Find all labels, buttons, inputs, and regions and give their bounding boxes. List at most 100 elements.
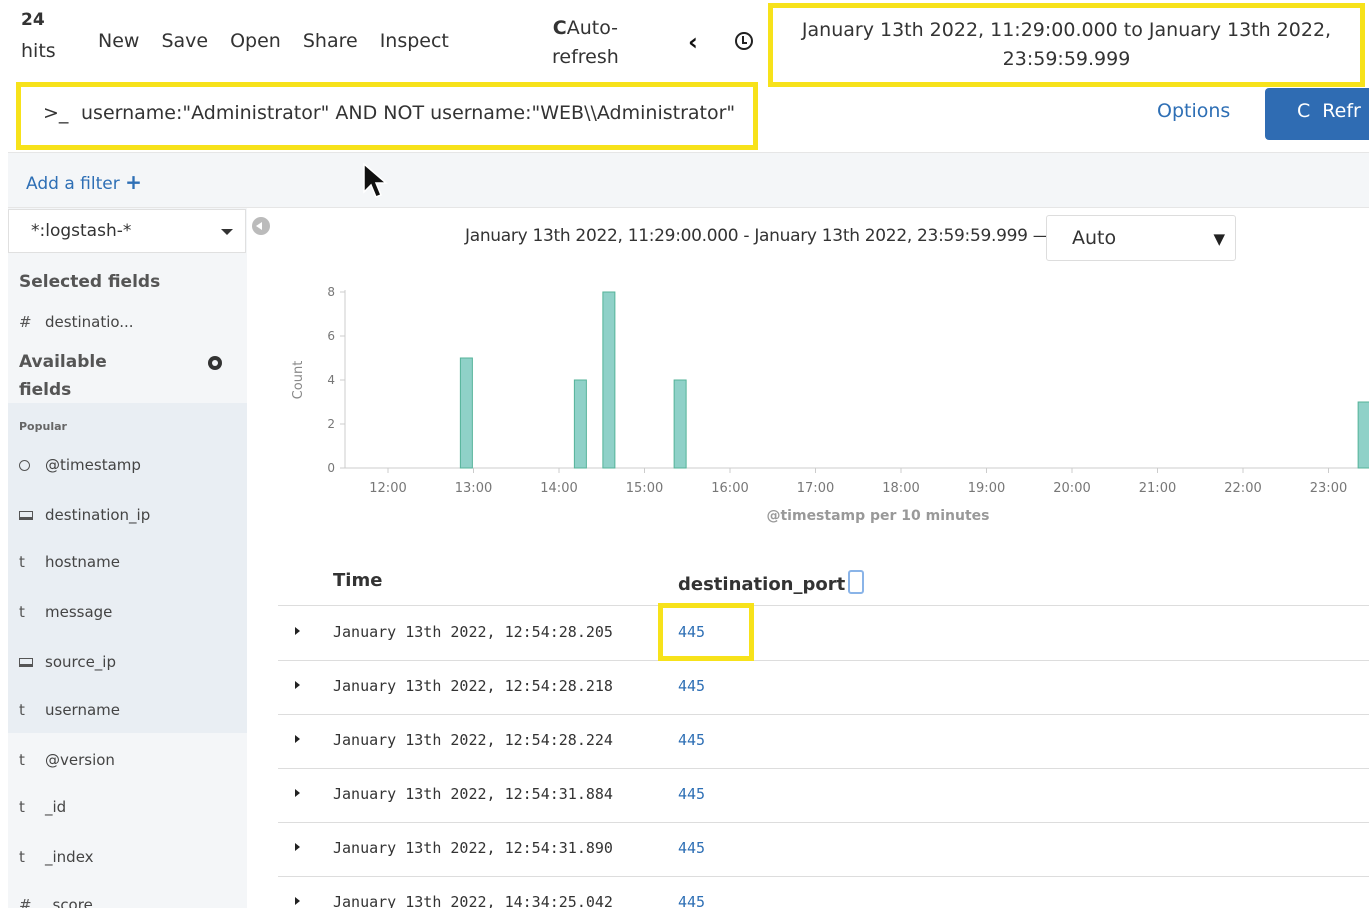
field-name: username xyxy=(45,701,120,719)
text-type-icon: t xyxy=(19,751,25,769)
number-type-icon: # xyxy=(19,313,32,331)
table-row[interactable]: January 13th 2022, 12:54:28.218 445 xyxy=(278,661,1369,715)
triangle-down-icon: ▼ xyxy=(1213,230,1225,248)
y-tick-label: 2 xyxy=(327,417,335,431)
field-name: @version xyxy=(45,751,115,769)
table-row[interactable]: January 13th 2022, 12:54:28.224 445 xyxy=(278,715,1369,769)
field-item[interactable]: t _id xyxy=(19,798,66,822)
available-fields-title: Available fields xyxy=(19,348,107,404)
expand-row-icon[interactable] xyxy=(295,897,300,905)
y-tick-label: 6 xyxy=(327,329,335,343)
popular-label: Popular xyxy=(19,420,67,433)
table-row[interactable]: January 13th 2022, 12:54:31.884 445 xyxy=(278,769,1369,823)
menu-inspect[interactable]: Inspect xyxy=(380,30,449,52)
auto-refresh-label-1: Auto- xyxy=(566,17,619,39)
refresh-button-label: Refr xyxy=(1322,100,1361,122)
filter-bar: Add a filter + xyxy=(8,152,1369,208)
expand-row-icon[interactable] xyxy=(295,843,300,851)
hits-label: hits xyxy=(21,40,56,62)
time-range-line-1: January 13th 2022, 11:29:00.000 to Janua… xyxy=(801,19,1332,41)
field-item[interactable]: destination_ip xyxy=(19,506,150,530)
histogram-range-label: January 13th 2022, 11:29:00.000 - Januar… xyxy=(465,226,1050,246)
selected-fields-title: Selected fields xyxy=(19,272,161,292)
row-time: January 13th 2022, 12:54:31.890 xyxy=(333,839,613,857)
x-tick-label: 18:00 xyxy=(882,481,919,496)
clock-icon xyxy=(19,460,30,471)
search-query-input[interactable]: username:"Administrator" AND NOT usernam… xyxy=(81,102,735,124)
row-destination-port[interactable]: 445 xyxy=(678,785,705,803)
interval-value: Auto xyxy=(1072,227,1117,249)
doc-table-header: Time destination_port xyxy=(278,566,1369,606)
field-item[interactable]: # destinatio... xyxy=(19,313,134,337)
column-destination-port[interactable]: destination_port xyxy=(678,570,865,595)
menu-open[interactable]: Open xyxy=(230,30,281,52)
table-row[interactable]: January 13th 2022, 12:54:31.890 445 xyxy=(278,823,1369,877)
interval-select[interactable]: Auto ▼ xyxy=(1046,215,1236,261)
field-item[interactable]: @timestamp xyxy=(19,456,141,480)
row-time: January 13th 2022, 12:54:31.884 xyxy=(333,785,613,803)
field-item[interactable]: t message xyxy=(19,603,112,627)
refresh-icon: C xyxy=(1297,100,1311,122)
row-destination-port[interactable]: 445 xyxy=(678,677,705,695)
field-item[interactable]: t @version xyxy=(19,751,115,775)
row-destination-port[interactable]: 445 xyxy=(678,839,705,857)
x-tick-label: 19:00 xyxy=(968,481,1005,496)
text-type-icon: t xyxy=(19,603,25,621)
expand-row-icon[interactable] xyxy=(295,681,300,689)
highlight-box xyxy=(658,603,754,661)
mouse-cursor-icon xyxy=(363,162,389,198)
options-link[interactable]: Options xyxy=(1157,100,1230,122)
index-pattern-select[interactable]: *:logstash-* xyxy=(8,209,246,253)
clock-icon[interactable] xyxy=(735,32,753,50)
x-tick-label: 12:00 xyxy=(369,481,406,496)
column-time[interactable]: Time xyxy=(333,570,382,591)
x-tick-label: 22:00 xyxy=(1224,481,1261,496)
menu-new[interactable]: New xyxy=(98,30,139,52)
field-sidebar: *:logstash-* Selected fields # destinatio… xyxy=(8,208,247,908)
text-type-icon: t xyxy=(19,701,25,719)
histogram-bar xyxy=(459,357,473,469)
row-destination-port[interactable]: 445 xyxy=(678,893,705,908)
time-range-picker[interactable]: January 13th 2022, 11:29:00.000 to Janua… xyxy=(768,3,1365,87)
gear-icon[interactable] xyxy=(208,356,222,370)
add-filter-link[interactable]: Add a filter + xyxy=(26,170,142,194)
field-name: _score xyxy=(45,896,93,908)
histogram-bar xyxy=(602,291,616,469)
collapse-sidebar-icon[interactable] xyxy=(252,217,270,235)
table-row[interactable]: January 13th 2022, 12:54:28.205 445 xyxy=(278,607,1369,661)
row-time: January 13th 2022, 12:54:28.205 xyxy=(333,623,613,641)
field-item[interactable]: source_ip xyxy=(19,653,116,677)
sort-icon[interactable] xyxy=(848,570,865,594)
ip-type-icon xyxy=(19,511,33,520)
expand-row-icon[interactable] xyxy=(295,735,300,743)
histogram-bar xyxy=(1357,401,1369,469)
y-tick-label: 0 xyxy=(327,461,335,475)
field-item[interactable]: t hostname xyxy=(19,553,120,577)
expand-row-icon[interactable] xyxy=(295,627,300,635)
histogram-chart[interactable]: 0 2 4 6 8 Count 12:00 13:00 14:00 15:00 16:00 17:00… xyxy=(280,278,1369,536)
field-name: _index xyxy=(45,848,94,866)
row-destination-port[interactable]: 445 xyxy=(678,731,705,749)
auto-refresh-button[interactable]: CAuto- refresh xyxy=(552,14,619,72)
hits-counter: 24 hits xyxy=(21,10,56,62)
x-tick-label: 23:00 xyxy=(1310,481,1347,496)
caret-down-icon xyxy=(221,229,233,235)
field-item[interactable]: t username xyxy=(19,701,120,725)
field-item[interactable]: t _index xyxy=(19,848,94,872)
chevron-left-icon[interactable]: ‹ xyxy=(688,28,698,56)
menu-share[interactable]: Share xyxy=(303,30,358,52)
query-bar[interactable]: >_ username:"Administrator" AND NOT user… xyxy=(16,82,758,150)
histogram-bar xyxy=(673,379,687,469)
table-row[interactable]: January 13th 2022, 14:34:25.042 445 xyxy=(278,877,1369,908)
top-menu: New Save Open Share Inspect xyxy=(98,30,471,52)
histogram-bar xyxy=(573,379,587,469)
available-title-line-2: fields xyxy=(19,380,72,400)
menu-save[interactable]: Save xyxy=(161,30,208,52)
refresh-button[interactable]: C Refr xyxy=(1265,88,1369,140)
field-item[interactable]: # _score xyxy=(19,896,93,908)
expand-row-icon[interactable] xyxy=(295,789,300,797)
field-name: hostname xyxy=(45,553,120,571)
x-tick-label: 20:00 xyxy=(1053,481,1090,496)
field-name: message xyxy=(45,603,113,621)
x-tick-label: 21:00 xyxy=(1139,481,1176,496)
